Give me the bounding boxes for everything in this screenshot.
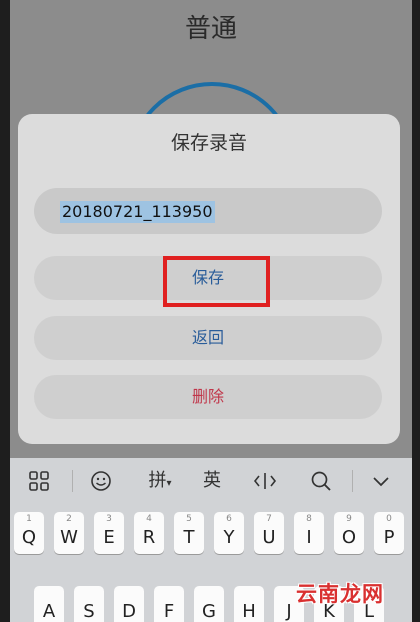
key-digit-hint: 5	[186, 514, 192, 524]
key-digit-hint: 7	[266, 514, 272, 524]
key-s[interactable]: S	[74, 586, 104, 622]
key-d[interactable]: D	[114, 586, 144, 622]
key-letter: P	[383, 527, 395, 548]
key-w[interactable]: 2W	[54, 512, 84, 554]
search-icon[interactable]	[306, 466, 336, 496]
collapse-keyboard-icon[interactable]	[366, 466, 396, 496]
key-digit-hint: 8	[306, 514, 312, 524]
key-letter: G	[202, 601, 216, 622]
key-letter: D	[122, 601, 136, 622]
key-q[interactable]: 1Q	[14, 512, 44, 554]
filename-selected-text: 20180721_113950	[60, 201, 215, 223]
key-digit-hint: 6	[226, 514, 232, 524]
key-f[interactable]: F	[154, 586, 184, 622]
dialog-title: 保存录音	[170, 132, 247, 154]
key-g[interactable]: G	[194, 586, 224, 622]
key-letter: R	[142, 527, 156, 548]
phone-bezel-left	[0, 0, 10, 622]
key-t[interactable]: 5T	[174, 512, 204, 554]
key-letter: E	[103, 527, 115, 548]
key-letter: O	[341, 527, 357, 548]
key-r[interactable]: 4R	[134, 512, 164, 554]
key-u[interactable]: 7U	[254, 512, 284, 554]
key-a[interactable]: A	[34, 586, 64, 622]
key-letter: T	[183, 527, 195, 548]
pinyin-label: 拼	[148, 470, 167, 491]
save-recording-dialog: 保存录音 20180721_113950 保存 返回 删除	[18, 114, 400, 444]
key-letter: A	[42, 601, 56, 622]
delete-button[interactable]: 删除	[34, 375, 382, 419]
key-digit-hint: 3	[106, 514, 112, 524]
emoji-icon[interactable]	[86, 466, 116, 496]
key-o[interactable]: 9O	[334, 512, 364, 554]
save-button[interactable]: 保存	[34, 256, 382, 300]
english-toggle[interactable]: 英	[198, 466, 226, 496]
key-letter: S	[83, 601, 95, 622]
key-i[interactable]: 8I	[294, 512, 324, 554]
dropdown-arrow-icon: ▾	[166, 478, 172, 489]
key-letter: F	[163, 601, 175, 622]
background-mode-title: 普通	[184, 14, 237, 44]
key-h[interactable]: H	[234, 586, 264, 622]
toolbar-divider	[352, 470, 353, 492]
key-letter: U	[262, 527, 276, 548]
phone-bezel-right	[412, 0, 420, 622]
key-p[interactable]: 0P	[374, 512, 404, 554]
keyboard-toolbar: 拼▾ 英	[10, 458, 412, 504]
watermark-logo: 云南龙网	[296, 582, 384, 606]
key-digit-hint: 9	[346, 514, 352, 524]
back-button[interactable]: 返回	[34, 316, 382, 360]
key-letter: W	[60, 527, 78, 548]
key-y[interactable]: 6Y	[214, 512, 244, 554]
cursor-move-icon[interactable]	[250, 466, 280, 496]
key-digit-hint: 1	[26, 514, 32, 524]
key-letter: Q	[21, 527, 37, 548]
key-e[interactable]: 3E	[94, 512, 124, 554]
key-digit-hint: 0	[386, 514, 392, 524]
phone-screen: 普通 保存录音 20180721_113950 保存 返回 删除	[10, 0, 412, 622]
key-digit-hint: 2	[66, 514, 72, 524]
grid-menu-icon[interactable]	[24, 466, 54, 496]
pinyin-toggle[interactable]: 拼▾	[140, 466, 180, 496]
toolbar-divider	[72, 470, 73, 492]
key-letter: Y	[223, 527, 235, 548]
key-letter: I	[306, 527, 312, 548]
key-letter: H	[242, 601, 256, 622]
key-digit-hint: 4	[146, 514, 152, 524]
